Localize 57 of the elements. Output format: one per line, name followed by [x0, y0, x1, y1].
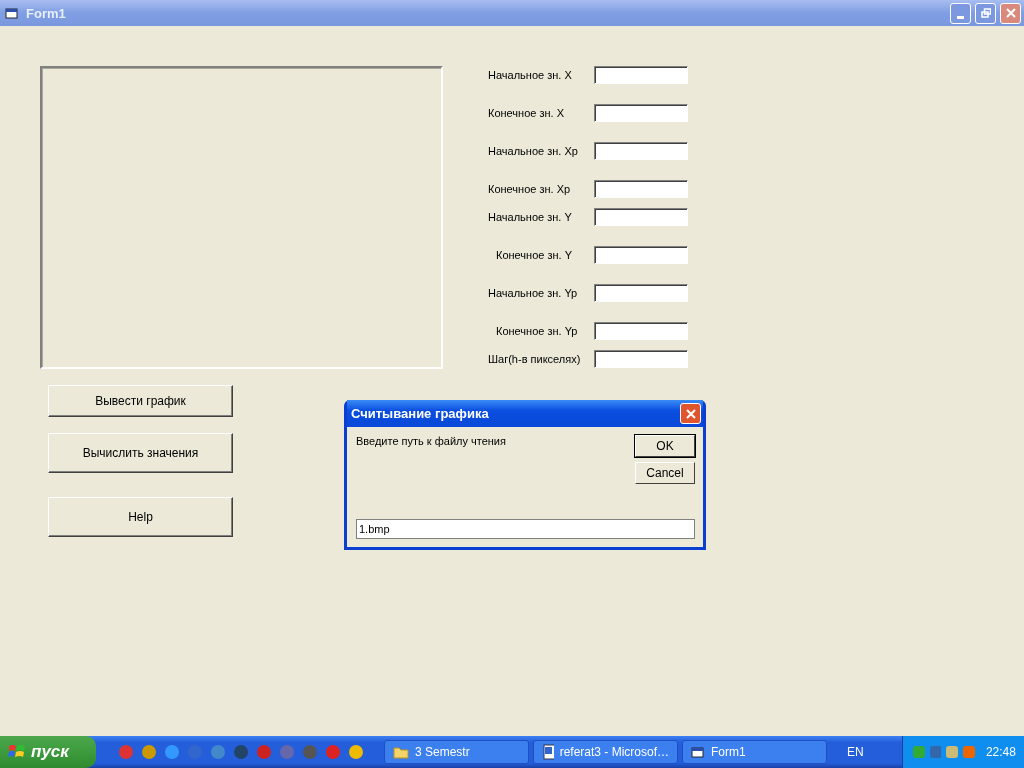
close-button[interactable] [1000, 2, 1021, 24]
quick-launch-icon[interactable] [118, 744, 134, 760]
prompt-text: Введите путь к файлу чтения [356, 435, 506, 449]
field-label: Конечное зн. Yp [496, 325, 578, 337]
field-label: Конечное зн. Xp [488, 183, 571, 195]
restore-icon [980, 8, 991, 18]
input-field[interactable] [594, 66, 688, 84]
input-field[interactable] [594, 350, 688, 368]
minimize-icon [957, 15, 964, 19]
field-label: Конечное зн. Y [496, 249, 573, 261]
input-field[interactable] [594, 322, 688, 340]
quick-launch-icon[interactable] [141, 744, 157, 760]
close-button[interactable] [680, 403, 701, 424]
field-label: Начальное зн. X [488, 69, 572, 81]
quick-launch-icon[interactable] [256, 744, 272, 760]
quick-launch-icon[interactable] [233, 744, 249, 760]
window-title: Form1 [26, 5, 66, 21]
field-label: Шаг(h-в пикселях) [488, 353, 581, 365]
path-field[interactable]: 1.bmp [356, 519, 695, 539]
input-field[interactable] [594, 180, 688, 198]
field-label: Начальное зн. Y [488, 211, 572, 223]
tray-icon[interactable] [927, 744, 942, 760]
language-indicator[interactable]: EN [847, 745, 864, 759]
minimize-button[interactable] [950, 2, 971, 24]
restore-button[interactable] [975, 2, 996, 24]
start-button[interactable]: пуск [0, 736, 96, 768]
input-field[interactable] [594, 142, 688, 160]
dialog-button[interactable]: Cancel [635, 462, 695, 484]
quick-launch-icon[interactable] [164, 744, 180, 760]
form-button[interactable]: Help [48, 497, 233, 537]
field-label: Начальное зн. Xp [488, 145, 578, 157]
field-label: Конечное зн. X [488, 107, 565, 119]
close-icon [1005, 8, 1016, 18]
input-field[interactable] [594, 104, 688, 122]
clock: 22:48 [985, 745, 1016, 759]
form-button[interactable]: Вычислить значения [48, 433, 233, 473]
input-field[interactable] [594, 246, 688, 264]
form-icon [691, 746, 705, 758]
quick-launch-icon[interactable] [210, 744, 226, 760]
form-icon [5, 7, 19, 19]
input-field[interactable] [594, 284, 688, 302]
field-label: Начальное зн. Yp [488, 287, 578, 299]
taskbar-button[interactable]: 3 Semestr [384, 740, 529, 764]
form-button[interactable]: Вывести график [48, 385, 233, 417]
dialog-button[interactable]: OK [635, 435, 695, 457]
quick-launch-icon[interactable] [302, 744, 318, 760]
folder-icon [393, 745, 409, 759]
input-field[interactable] [594, 208, 688, 226]
taskbar-button[interactable]: referat3 - Microsof… [533, 740, 678, 764]
document-icon [542, 744, 554, 760]
taskbar-button[interactable]: Form1 [682, 740, 827, 764]
windows-logo-icon [8, 744, 26, 760]
close-icon [685, 408, 696, 419]
dialog-title: Считывание графика [351, 406, 490, 421]
quick-launch-icon[interactable] [325, 744, 341, 760]
tray-icon[interactable] [944, 744, 959, 760]
quick-launch-icon[interactable] [348, 744, 364, 760]
